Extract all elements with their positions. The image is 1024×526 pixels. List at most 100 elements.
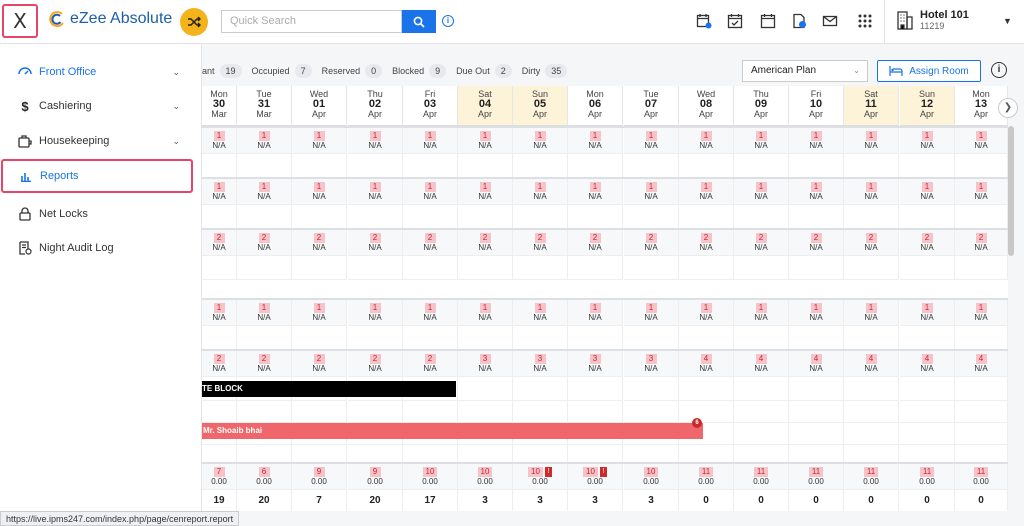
room-row-cell[interactable] — [844, 423, 899, 445]
date-header[interactable]: Sat 11 Apr — [844, 86, 899, 126]
assign-room-button[interactable]: Assign Room — [877, 60, 981, 82]
date-header[interactable]: Fri 03 Apr — [403, 86, 458, 126]
room-row-cell[interactable] — [292, 205, 347, 229]
chevron-down-icon[interactable]: ▼ — [1003, 16, 1012, 26]
room-row-cell[interactable] — [458, 205, 513, 229]
calendar-check-icon[interactable] — [727, 13, 743, 29]
date-header[interactable]: Tue 07 Apr — [624, 86, 679, 126]
availability-cell[interactable]: 1 N/A — [844, 179, 899, 205]
availability-cell[interactable]: 1 N/A — [458, 300, 513, 326]
room-row-cell[interactable] — [292, 326, 347, 350]
availability-cell[interactable]: 1 N/A — [202, 179, 237, 205]
room-row-cell[interactable] — [789, 256, 844, 280]
calendar-icon[interactable] — [760, 13, 776, 29]
availability-cell[interactable]: 1 N/A — [237, 128, 292, 154]
room-row-cell[interactable] — [679, 326, 734, 350]
room-row-cell[interactable] — [237, 401, 292, 423]
date-header[interactable]: Sun 12 Apr — [900, 86, 955, 126]
availability-cell[interactable]: 2 N/A — [624, 230, 679, 256]
room-row-cell[interactable] — [568, 326, 623, 350]
room-row-cell[interactable] — [202, 445, 237, 463]
stat-ant[interactable]: ant 19 — [202, 64, 242, 78]
room-row-cell[interactable] — [348, 326, 403, 350]
room-row-cell[interactable] — [955, 423, 1008, 445]
availability-cell[interactable]: 1 N/A — [237, 300, 292, 326]
date-header[interactable]: Tue 31 Mar — [237, 86, 292, 126]
availability-cell[interactable]: 2 N/A — [237, 230, 292, 256]
room-row-cell[interactable] — [237, 445, 292, 463]
room-row-cell[interactable] — [403, 401, 458, 423]
availability-cell[interactable]: 2 N/A — [679, 230, 734, 256]
room-row-cell[interactable] — [403, 256, 458, 280]
room-row-cell[interactable] — [844, 445, 899, 463]
room-row-cell[interactable] — [844, 377, 899, 401]
room-row-cell[interactable] — [403, 326, 458, 350]
room-row-cell[interactable] — [844, 401, 899, 423]
availability-cell[interactable]: 1 N/A — [403, 179, 458, 205]
sidebar-item-cashiering[interactable]: $ Cashiering ⌄ — [0, 89, 202, 123]
room-row-cell[interactable] — [900, 154, 955, 178]
room-row-cell[interactable] — [237, 154, 292, 178]
availability-cell[interactable]: 2 N/A — [844, 230, 899, 256]
room-row-cell[interactable] — [292, 256, 347, 280]
availability-cell[interactable]: 1 N/A — [900, 179, 955, 205]
availability-cell[interactable]: 2 N/A — [900, 230, 955, 256]
room-row-cell[interactable] — [568, 377, 623, 401]
stat-due-out[interactable]: Due Out 2 — [456, 64, 512, 78]
room-row-cell[interactable] — [403, 445, 458, 463]
room-row-cell[interactable] — [458, 256, 513, 280]
room-row-cell[interactable] — [202, 205, 237, 229]
date-header[interactable]: Sat 04 Apr — [458, 86, 513, 126]
availability-cell[interactable]: 4 N/A — [734, 351, 789, 377]
availability-cell[interactable]: 3 N/A — [513, 351, 568, 377]
room-row-cell[interactable] — [789, 401, 844, 423]
stat-blocked[interactable]: Blocked 9 — [392, 64, 447, 78]
room-row-cell[interactable] — [955, 326, 1008, 350]
stat-occupied[interactable]: Occupied 7 — [252, 64, 312, 78]
availability-cell[interactable]: 1 N/A — [624, 179, 679, 205]
room-row-cell[interactable] — [679, 205, 734, 229]
room-row-cell[interactable] — [789, 154, 844, 178]
quick-search-input[interactable]: Quick Search — [221, 10, 402, 33]
availability-cell[interactable]: 3 N/A — [624, 351, 679, 377]
room-row-cell[interactable] — [734, 423, 789, 445]
availability-cell[interactable]: 2 N/A — [237, 351, 292, 377]
availability-cell[interactable]: 1 N/A — [734, 300, 789, 326]
availability-cell[interactable]: 2 N/A — [403, 230, 458, 256]
availability-cell[interactable]: 3 N/A — [568, 351, 623, 377]
room-row-cell[interactable] — [202, 326, 237, 350]
availability-cell[interactable]: 1 N/A — [679, 179, 734, 205]
room-row-cell[interactable] — [513, 445, 568, 463]
availability-cell[interactable]: 1 N/A — [458, 128, 513, 154]
availability-cell[interactable]: 1 N/A — [292, 300, 347, 326]
shuffle-button[interactable] — [180, 8, 208, 36]
room-row-cell[interactable] — [568, 401, 623, 423]
availability-cell[interactable]: 1 N/A — [844, 128, 899, 154]
availability-cell[interactable]: 1 N/A — [348, 128, 403, 154]
availability-cell[interactable]: 2 N/A — [202, 230, 237, 256]
app-logo[interactable]: eZee Absolute — [48, 10, 172, 28]
availability-cell[interactable]: 1 N/A — [955, 300, 1008, 326]
room-row-cell[interactable] — [679, 401, 734, 423]
room-row-cell[interactable] — [900, 377, 955, 401]
room-row-cell[interactable] — [202, 256, 237, 280]
room-row-cell[interactable] — [734, 205, 789, 229]
room-row-cell[interactable] — [568, 256, 623, 280]
room-row-cell[interactable] — [568, 445, 623, 463]
room-row-cell[interactable] — [624, 326, 679, 350]
room-row-cell[interactable] — [292, 445, 347, 463]
room-row-cell[interactable] — [844, 154, 899, 178]
room-row-cell[interactable] — [955, 154, 1008, 178]
room-row-cell[interactable] — [955, 377, 1008, 401]
chevron-down-icon[interactable]: ⌄ — [172, 67, 180, 78]
availability-cell[interactable]: 1 N/A — [348, 179, 403, 205]
close-menu-button[interactable]: X — [2, 4, 38, 38]
room-row-cell[interactable] — [624, 445, 679, 463]
sidebar-item-front-office[interactable]: Front Office ⌄ — [0, 55, 202, 89]
sidebar-item-reports[interactable]: Reports — [1, 159, 193, 193]
room-row-cell[interactable] — [513, 205, 568, 229]
room-row-cell[interactable] — [292, 154, 347, 178]
room-row-cell[interactable] — [513, 154, 568, 178]
room-row-cell[interactable] — [789, 445, 844, 463]
room-row-cell[interactable] — [789, 423, 844, 445]
